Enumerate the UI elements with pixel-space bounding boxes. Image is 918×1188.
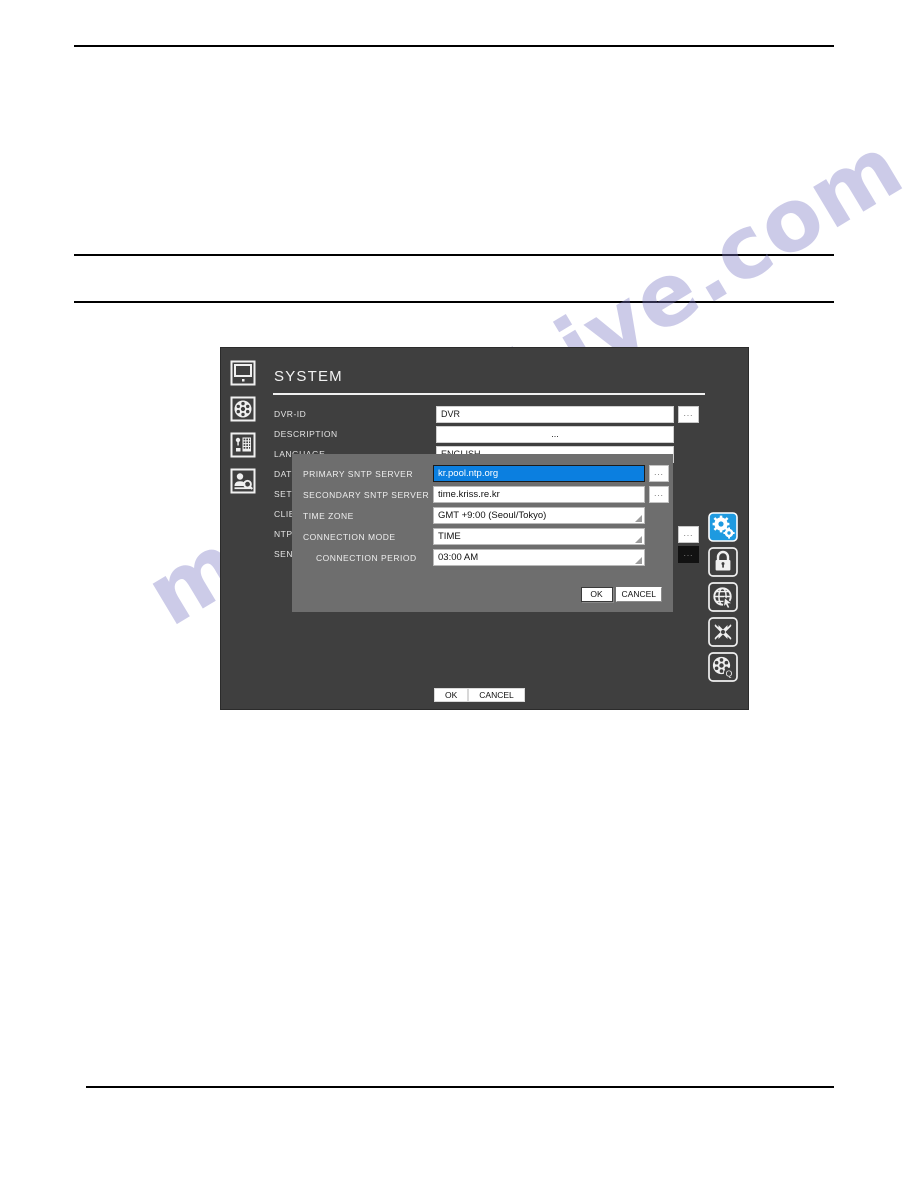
- monitor-icon: [230, 360, 256, 386]
- primary-sntp-server-input[interactable]: kr.pool.ntp.org: [433, 465, 645, 482]
- svg-text:Q: Q: [726, 668, 733, 678]
- dialog-button-bar: OK CANCEL: [580, 587, 662, 602]
- dvr-id-browse-button[interactable]: ...: [678, 406, 699, 423]
- dialog-label: CONNECTION PERIOD: [316, 553, 417, 563]
- tab-network-settings[interactable]: [707, 581, 739, 617]
- connection-mode-select[interactable]: TIME: [433, 528, 645, 545]
- dialog-row-primary-sntp: PRIMARY SNTP SERVER kr.pool.ntp.org ...: [292, 464, 673, 485]
- screen-ok-button[interactable]: OK: [434, 688, 469, 702]
- dialog-label: PRIMARY SNTP SERVER: [303, 469, 413, 479]
- tab-backup-settings[interactable]: Q: [707, 651, 739, 687]
- form-label: DESCRIPTION: [274, 429, 338, 439]
- dialog-row-secondary-sntp: SECONDARY SNTP SERVER time.kriss.re.kr .…: [292, 485, 673, 506]
- tools-icon: [708, 616, 738, 652]
- tab-maintenance-settings[interactable]: [707, 616, 739, 652]
- page-rule-middle-lower: [74, 301, 834, 303]
- form-label: DVR-ID: [274, 409, 307, 419]
- dialog-label: SECONDARY SNTP SERVER: [303, 490, 430, 500]
- dvr-id-input[interactable]: DVR: [436, 406, 674, 423]
- page-rule-middle-upper: [74, 254, 834, 256]
- description-input[interactable]: ...: [436, 426, 674, 443]
- page-rule-top: [74, 45, 834, 47]
- screen-button-bar: OK CANCEL: [434, 688, 525, 702]
- time-zone-select[interactable]: GMT +9:00 (Seoul/Tokyo): [433, 507, 645, 524]
- dialog-row-connection-period: CONNECTION PERIOD 03:00 AM: [292, 548, 673, 569]
- dialog-ok-button[interactable]: OK: [580, 587, 613, 602]
- form-row-description: DESCRIPTION ...: [221, 426, 748, 446]
- dialog-row-connection-mode: CONNECTION MODE TIME: [292, 527, 673, 548]
- page-title: SYSTEM: [274, 368, 343, 385]
- dvr-settings-screen: Q SYSTEM DVR-ID DVR ... DESCRIPTION ... …: [220, 347, 749, 710]
- film-reel-search-icon: Q: [708, 651, 738, 687]
- document-page: manualshive.com: [0, 0, 918, 1188]
- send-browse-button[interactable]: ...: [678, 546, 699, 563]
- title-divider: [273, 393, 705, 395]
- sidebar-item-display-settings[interactable]: [228, 358, 258, 388]
- dialog-label: CONNECTION MODE: [303, 532, 396, 542]
- secondary-sntp-browse-button[interactable]: ...: [649, 486, 669, 503]
- globe-cursor-icon: [708, 581, 738, 617]
- dialog-label: TIME ZONE: [303, 511, 354, 521]
- primary-sntp-browse-button[interactable]: ...: [649, 465, 669, 482]
- form-row-dvr-id: DVR-ID DVR ...: [221, 406, 748, 426]
- dialog-cancel-button[interactable]: CANCEL: [615, 587, 662, 602]
- secondary-sntp-server-input[interactable]: time.kriss.re.kr: [433, 486, 645, 503]
- ntp-browse-button[interactable]: ...: [678, 526, 699, 543]
- form-label: NTP: [274, 529, 293, 539]
- dialog-row-time-zone: TIME ZONE GMT +9:00 (Seoul/Tokyo): [292, 506, 673, 527]
- ntp-settings-dialog: PRIMARY SNTP SERVER kr.pool.ntp.org ... …: [292, 454, 673, 612]
- screen-cancel-button[interactable]: CANCEL: [468, 688, 525, 702]
- connection-period-select[interactable]: 03:00 AM: [433, 549, 645, 566]
- page-rule-bottom: [86, 1086, 834, 1088]
